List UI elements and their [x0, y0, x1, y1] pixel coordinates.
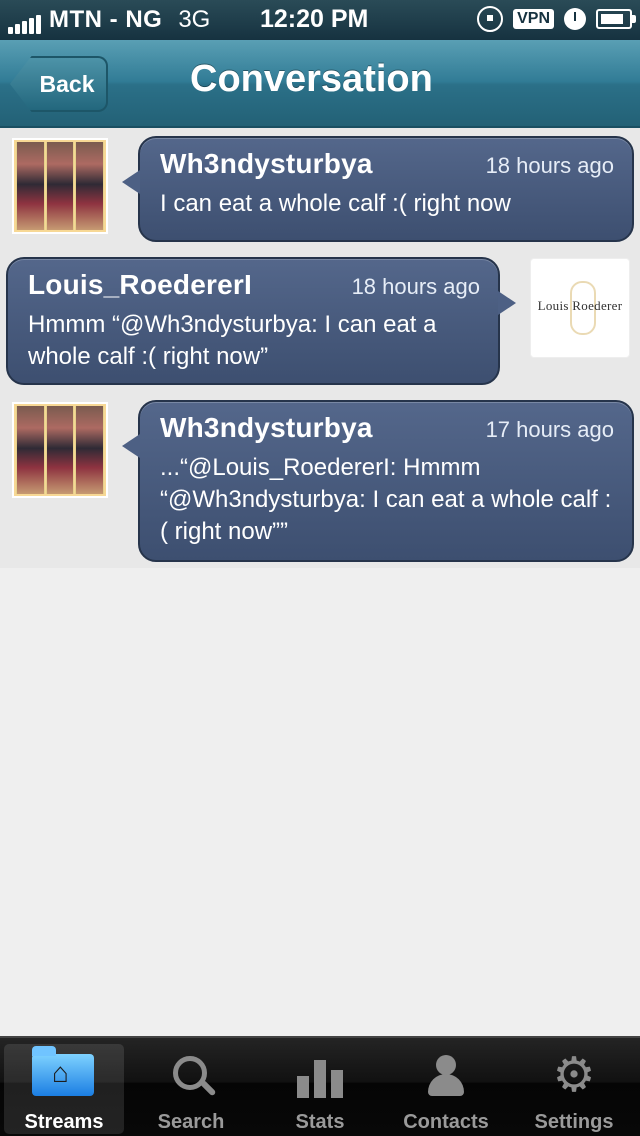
signal-strength-icon	[8, 12, 41, 34]
message-header: Wh3ndysturbya 18 hours ago	[160, 148, 614, 180]
rotation-lock-icon	[477, 6, 504, 32]
profile-photo	[14, 404, 106, 496]
tab-stats[interactable]: Stats	[260, 1044, 380, 1134]
bar-chart-icon	[288, 1054, 352, 1100]
vpn-badge: VPN	[513, 9, 554, 29]
status-bar: MTN - NG 3G 12:20 PM VPN	[0, 0, 640, 40]
status-time: 12:20 PM	[260, 5, 369, 33]
status-icons: VPN	[477, 6, 636, 32]
search-icon	[159, 1054, 223, 1100]
message-header: Louis_RoedererI 18 hours ago	[28, 269, 480, 301]
message-author[interactable]: Wh3ndysturbya	[160, 148, 373, 180]
tab-settings[interactable]: ⚙ Settings	[514, 1044, 634, 1134]
message-text: Hmmm “@Wh3ndysturbya: I can eat a whole …	[28, 311, 437, 370]
tab-label: Stats	[295, 1111, 345, 1133]
navigation-bar: Back Conversation	[0, 40, 640, 128]
page-title: Conversation	[190, 58, 433, 100]
gear-icon: ⚙	[552, 1049, 596, 1102]
message-bubble[interactable]: Louis_RoedererI 18 hours ago Hmmm “@Wh3n…	[6, 257, 516, 385]
message-time: 17 hours ago	[485, 417, 614, 442]
conversation-thread: Wh3ndysturbya 18 hours ago I can eat a w…	[0, 128, 640, 568]
tab-bar: Streams Search Stats Contacts ⚙ Settings	[0, 1036, 640, 1136]
tab-label: Search	[157, 1111, 225, 1133]
profile-photo	[14, 140, 106, 232]
message-author[interactable]: Wh3ndysturbya	[160, 412, 373, 444]
tab-contacts[interactable]: Contacts	[386, 1044, 506, 1134]
avatar[interactable]	[12, 138, 108, 234]
back-button[interactable]: Back	[10, 56, 108, 112]
carrier-status: MTN - NG 3G	[8, 6, 210, 34]
message-bubble[interactable]: Wh3ndysturbya 17 hours ago ...“@Louis_Ro…	[122, 400, 634, 562]
logo-text: Louis Roederer	[537, 298, 623, 313]
brand-logo-avatar[interactable]: Louis Roederer	[530, 258, 630, 358]
tab-search[interactable]: Search	[131, 1044, 251, 1134]
message-text: I can eat a whole calf :( right now	[160, 190, 511, 217]
message-author[interactable]: Louis_RoedererI	[28, 269, 252, 301]
person-icon	[414, 1054, 478, 1100]
avatar[interactable]	[12, 402, 108, 498]
message-time: 18 hours ago	[485, 153, 614, 178]
message-time: 18 hours ago	[351, 274, 480, 299]
battery-icon	[596, 9, 636, 29]
message-bubble[interactable]: Wh3ndysturbya 18 hours ago I can eat a w…	[122, 136, 634, 242]
network-type: 3G	[178, 6, 211, 33]
message-text: ...“@Louis_RoedererI: Hmmm “@Wh3ndysturb…	[160, 454, 612, 545]
tab-label: Settings	[534, 1111, 614, 1133]
tab-label: Contacts	[403, 1111, 489, 1133]
tab-label: Streams	[24, 1111, 104, 1133]
carrier-name: MTN - NG	[49, 6, 163, 33]
message-header: Wh3ndysturbya 17 hours ago	[160, 412, 614, 444]
home-folder-icon	[32, 1046, 96, 1100]
tab-streams[interactable]: Streams	[4, 1044, 124, 1134]
alarm-icon	[564, 8, 586, 30]
